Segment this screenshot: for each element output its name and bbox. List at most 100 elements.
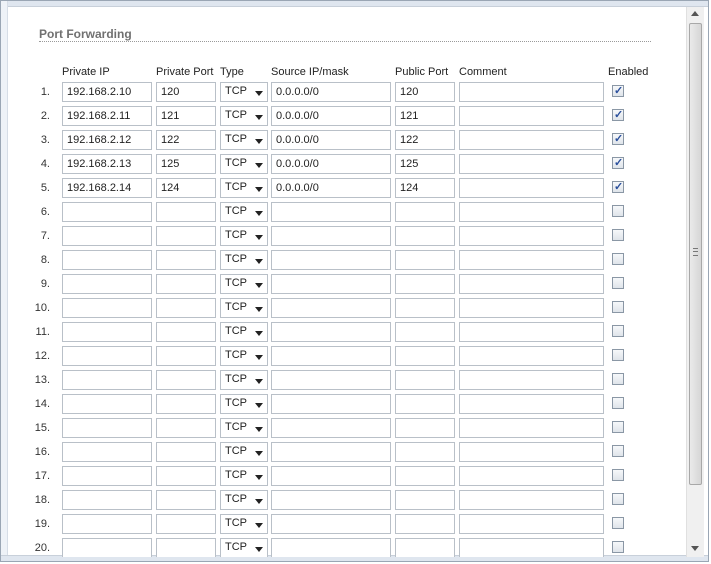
enabled-checkbox[interactable] <box>612 253 624 265</box>
private-port-input[interactable] <box>156 250 216 270</box>
protocol-select[interactable]: TCP <box>220 394 268 414</box>
source-ip-mask-input[interactable] <box>271 106 391 126</box>
comment-input[interactable] <box>459 538 604 557</box>
comment-input[interactable] <box>459 418 604 438</box>
source-ip-mask-input[interactable] <box>271 322 391 342</box>
comment-input[interactable] <box>459 298 604 318</box>
private-ip-input[interactable] <box>62 202 152 222</box>
vertical-scrollbar[interactable] <box>686 7 704 557</box>
source-ip-mask-input[interactable] <box>271 178 391 198</box>
scroll-down-icon[interactable] <box>691 546 699 551</box>
private-port-input[interactable] <box>156 322 216 342</box>
enabled-checkbox[interactable]: ✓ <box>612 85 624 97</box>
comment-input[interactable] <box>459 226 604 246</box>
private-port-input[interactable] <box>156 82 216 102</box>
enabled-checkbox[interactable] <box>612 493 624 505</box>
protocol-select[interactable]: TCP <box>220 250 268 270</box>
private-port-input[interactable] <box>156 106 216 126</box>
protocol-select[interactable]: TCP <box>220 466 268 486</box>
private-port-input[interactable] <box>156 370 216 390</box>
protocol-select[interactable]: TCP <box>220 490 268 510</box>
comment-input[interactable] <box>459 514 604 534</box>
public-port-input[interactable] <box>395 514 455 534</box>
private-ip-input[interactable] <box>62 82 152 102</box>
source-ip-mask-input[interactable] <box>271 202 391 222</box>
enabled-checkbox[interactable] <box>612 325 624 337</box>
protocol-select[interactable]: TCP <box>220 346 268 366</box>
private-port-input[interactable] <box>156 274 216 294</box>
enabled-checkbox[interactable] <box>612 205 624 217</box>
comment-input[interactable] <box>459 346 604 366</box>
source-ip-mask-input[interactable] <box>271 298 391 318</box>
protocol-select[interactable]: TCP <box>220 154 268 174</box>
enabled-checkbox[interactable] <box>612 469 624 481</box>
public-port-input[interactable] <box>395 130 455 150</box>
protocol-select[interactable]: TCP <box>220 106 268 126</box>
protocol-select[interactable]: TCP <box>220 538 268 557</box>
private-ip-input[interactable] <box>62 490 152 510</box>
enabled-checkbox[interactable] <box>612 373 624 385</box>
private-port-input[interactable] <box>156 226 216 246</box>
private-ip-input[interactable] <box>62 226 152 246</box>
public-port-input[interactable] <box>395 226 455 246</box>
public-port-input[interactable] <box>395 538 455 557</box>
protocol-select[interactable]: TCP <box>220 418 268 438</box>
enabled-checkbox[interactable] <box>612 349 624 361</box>
source-ip-mask-input[interactable] <box>271 418 391 438</box>
protocol-select[interactable]: TCP <box>220 178 268 198</box>
comment-input[interactable] <box>459 490 604 510</box>
comment-input[interactable] <box>459 82 604 102</box>
source-ip-mask-input[interactable] <box>271 274 391 294</box>
enabled-checkbox[interactable]: ✓ <box>612 181 624 193</box>
public-port-input[interactable] <box>395 106 455 126</box>
private-ip-input[interactable] <box>62 538 152 557</box>
public-port-input[interactable] <box>395 442 455 462</box>
protocol-select[interactable]: TCP <box>220 514 268 534</box>
public-port-input[interactable] <box>395 202 455 222</box>
protocol-select[interactable]: TCP <box>220 442 268 462</box>
public-port-input[interactable] <box>395 250 455 270</box>
enabled-checkbox[interactable] <box>612 397 624 409</box>
public-port-input[interactable] <box>395 418 455 438</box>
source-ip-mask-input[interactable] <box>271 250 391 270</box>
private-port-input[interactable] <box>156 202 216 222</box>
enabled-checkbox[interactable] <box>612 517 624 529</box>
private-port-input[interactable] <box>156 346 216 366</box>
enabled-checkbox[interactable] <box>612 229 624 241</box>
comment-input[interactable] <box>459 178 604 198</box>
comment-input[interactable] <box>459 154 604 174</box>
public-port-input[interactable] <box>395 82 455 102</box>
enabled-checkbox[interactable] <box>612 541 624 553</box>
private-port-input[interactable] <box>156 130 216 150</box>
private-port-input[interactable] <box>156 490 216 510</box>
enabled-checkbox[interactable] <box>612 445 624 457</box>
source-ip-mask-input[interactable] <box>271 346 391 366</box>
private-port-input[interactable] <box>156 514 216 534</box>
private-ip-input[interactable] <box>62 154 152 174</box>
protocol-select[interactable]: TCP <box>220 130 268 150</box>
private-port-input[interactable] <box>156 178 216 198</box>
comment-input[interactable] <box>459 370 604 390</box>
public-port-input[interactable] <box>395 154 455 174</box>
source-ip-mask-input[interactable] <box>271 226 391 246</box>
protocol-select[interactable]: TCP <box>220 298 268 318</box>
private-ip-input[interactable] <box>62 274 152 294</box>
enabled-checkbox[interactable]: ✓ <box>612 133 624 145</box>
public-port-input[interactable] <box>395 346 455 366</box>
private-ip-input[interactable] <box>62 322 152 342</box>
protocol-select[interactable]: TCP <box>220 202 268 222</box>
comment-input[interactable] <box>459 202 604 222</box>
comment-input[interactable] <box>459 130 604 150</box>
private-ip-input[interactable] <box>62 178 152 198</box>
private-port-input[interactable] <box>156 442 216 462</box>
public-port-input[interactable] <box>395 466 455 486</box>
public-port-input[interactable] <box>395 274 455 294</box>
source-ip-mask-input[interactable] <box>271 442 391 462</box>
protocol-select[interactable]: TCP <box>220 274 268 294</box>
enabled-checkbox[interactable] <box>612 277 624 289</box>
protocol-select[interactable]: TCP <box>220 322 268 342</box>
public-port-input[interactable] <box>395 178 455 198</box>
private-ip-input[interactable] <box>62 298 152 318</box>
protocol-select[interactable]: TCP <box>220 82 268 102</box>
private-ip-input[interactable] <box>62 442 152 462</box>
